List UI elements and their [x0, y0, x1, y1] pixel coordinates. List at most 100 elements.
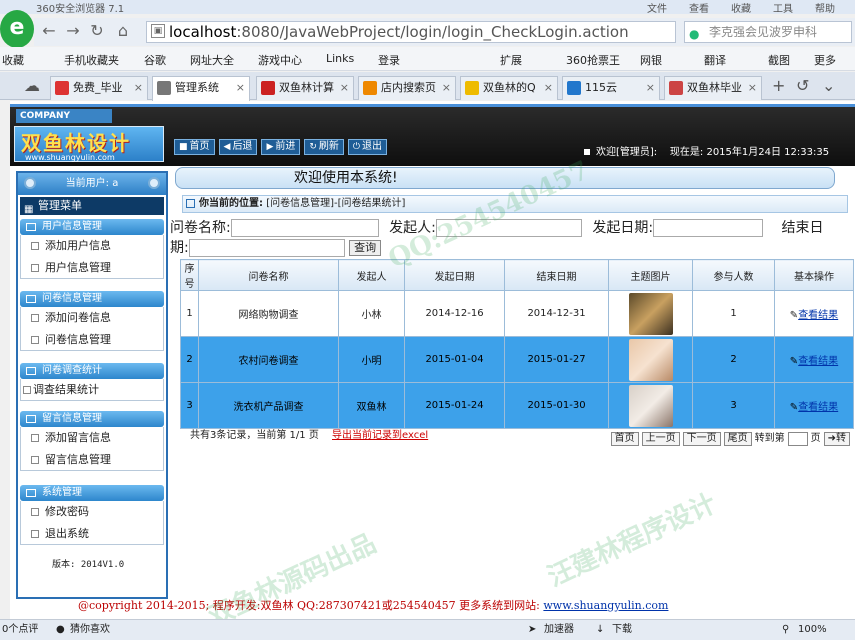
- accelerator[interactable]: 加速器: [544, 620, 574, 640]
- pin-icon: [148, 177, 160, 189]
- table-row[interactable]: 2 农村问卷调查 小明 2015-01-04 2015-01-27 2 ✎查看结…: [180, 336, 854, 383]
- sidebar-item-add-user[interactable]: 添加用户信息: [20, 235, 164, 257]
- export-excel-link[interactable]: 导出当前记录到excel: [332, 430, 428, 441]
- fav-item[interactable]: 登录: [378, 52, 400, 68]
- close-icon[interactable]: ×: [544, 77, 553, 99]
- fav-item[interactable]: 网址大全: [190, 52, 234, 68]
- last-page-button[interactable]: 尾页: [723, 432, 752, 446]
- sidebar-item-message-manage[interactable]: 留言信息管理: [20, 449, 164, 471]
- view-result-link[interactable]: 查看结果: [798, 402, 838, 413]
- group-header[interactable]: 系统管理: [20, 485, 164, 501]
- sidebar-item-survey-manage[interactable]: 问卷信息管理: [20, 329, 164, 351]
- chevron-down-icon[interactable]: ⌄: [822, 76, 835, 95]
- tab[interactable]: 双鱼林计算 ×: [256, 76, 354, 100]
- fav-item[interactable]: 截图: [768, 52, 790, 68]
- first-page-button[interactable]: 首页: [610, 432, 639, 446]
- goto-page-input[interactable]: [787, 432, 808, 446]
- forward-arrow-icon[interactable]: →: [64, 22, 82, 40]
- refresh-button[interactable]: ↻ 刷新: [304, 139, 344, 155]
- goto-button[interactable]: ➜转: [823, 432, 850, 446]
- close-icon[interactable]: ×: [236, 77, 245, 99]
- menu-file[interactable]: 文件: [647, 0, 667, 15]
- undo-icon[interactable]: ↺: [796, 76, 809, 95]
- end-date-label: 结束日: [781, 220, 824, 236]
- table-row[interactable]: 3 洗衣机产品调查 双鱼林 2015-01-24 2015-01-30 3 ✎查…: [180, 382, 854, 429]
- menu-group-message: 留言信息管理 添加留言信息 留言信息管理: [20, 411, 164, 471]
- back-arrow-icon[interactable]: ←: [40, 22, 58, 40]
- group-header[interactable]: 问卷调查统计: [20, 363, 164, 379]
- zoom-level[interactable]: 100%: [798, 620, 827, 640]
- forward-button[interactable]: ▶ 前进: [261, 139, 301, 155]
- sidebar-item-add-message[interactable]: 添加留言信息: [20, 427, 164, 449]
- close-icon[interactable]: ×: [340, 77, 349, 99]
- menu-tools[interactable]: 工具: [773, 0, 793, 15]
- prev-page-button[interactable]: 上一页: [641, 432, 680, 446]
- sidebar-item-stats[interactable]: 调查结果统计: [20, 379, 164, 401]
- cell-start: 2015-01-24: [404, 382, 505, 429]
- start-date-input[interactable]: [653, 219, 764, 237]
- tab[interactable]: 115云 ×: [562, 76, 660, 100]
- tab[interactable]: 双鱼林的Q ×: [460, 76, 558, 100]
- tab[interactable]: 店内搜索页 ×: [358, 76, 456, 100]
- item-label: 添加留言信息: [45, 431, 111, 444]
- fav-item[interactable]: 收藏: [2, 52, 24, 68]
- table-row[interactable]: 1 网络购物调查 小林 2014-12-16 2014-12-31 1 ✎查看结…: [180, 290, 854, 337]
- book-icon: [26, 223, 36, 231]
- sidebar-item-logout[interactable]: 退出系统: [20, 523, 164, 545]
- fav-item[interactable]: 360抢票王: [566, 52, 620, 68]
- cell-name: 洗衣机产品调查: [198, 382, 339, 429]
- sidebar-item-user-manage[interactable]: 用户信息管理: [20, 257, 164, 279]
- fav-item[interactable]: 游戏中心: [258, 52, 302, 68]
- logout-button[interactable]: ⏻ 退出: [347, 139, 388, 155]
- search-input[interactable]: ● 李克强会见波罗申科: [684, 21, 852, 43]
- fav-item[interactable]: 手机收藏夹: [64, 52, 119, 68]
- view-result-link[interactable]: 查看结果: [798, 310, 838, 321]
- home-icon[interactable]: ⌂: [114, 22, 132, 40]
- menu-favorites[interactable]: 收藏: [731, 0, 751, 15]
- pin-icon: [24, 177, 36, 189]
- refresh-icon[interactable]: ↻: [88, 22, 106, 40]
- doc-icon: [31, 336, 39, 344]
- footer-link[interactable]: www.shuangyulin.com: [543, 599, 668, 612]
- tab-active[interactable]: 管理系统 ×: [152, 76, 250, 101]
- sidebar-item-add-survey[interactable]: 添加问卷信息: [20, 307, 164, 329]
- url-input[interactable]: ▣ localhost:8080/JavaWebProject/login/lo…: [146, 21, 676, 43]
- cloud-icon[interactable]: ☁: [24, 76, 40, 95]
- tab[interactable]: 双鱼林毕业 ×: [664, 76, 762, 100]
- item-label: 问卷信息管理: [45, 333, 111, 346]
- comments-count[interactable]: 0个点评: [2, 620, 38, 640]
- download[interactable]: 下载: [612, 620, 632, 640]
- search-text: 李克强会见波罗申科: [709, 25, 818, 39]
- close-icon[interactable]: ×: [134, 77, 143, 99]
- close-icon[interactable]: ×: [442, 77, 451, 99]
- fav-item[interactable]: 扩展: [500, 52, 522, 68]
- cell-end: 2014-12-31: [504, 290, 609, 337]
- query-button[interactable]: 查询: [349, 240, 382, 256]
- tab[interactable]: 免费_毕业 ×: [50, 76, 148, 100]
- menu-view[interactable]: 查看: [689, 0, 709, 15]
- guess-you-like[interactable]: 猜你喜欢: [70, 620, 110, 640]
- next-page-button[interactable]: 下一页: [682, 432, 721, 446]
- menu-help[interactable]: 帮助: [815, 0, 835, 15]
- cell-start: 2014-12-16: [404, 290, 505, 337]
- new-tab-icon[interactable]: +: [772, 76, 785, 95]
- view-result-link[interactable]: 查看结果: [798, 356, 838, 367]
- back-button[interactable]: ◀ 后退: [218, 139, 258, 155]
- sidebar-item-change-password[interactable]: 修改密码: [20, 501, 164, 523]
- group-header[interactable]: 留言信息管理: [20, 411, 164, 427]
- home-button[interactable]: ■ 首页: [174, 139, 215, 155]
- fav-item[interactable]: 网银: [640, 52, 662, 68]
- close-icon[interactable]: ×: [646, 77, 655, 99]
- close-icon[interactable]: ×: [748, 77, 757, 99]
- book-icon: [26, 415, 36, 423]
- end-date-input[interactable]: [188, 239, 345, 257]
- group-header[interactable]: 用户信息管理: [20, 219, 164, 235]
- initiator-input[interactable]: [435, 219, 582, 237]
- fav-item[interactable]: 谷歌: [144, 52, 166, 68]
- group-header[interactable]: 问卷信息管理: [20, 291, 164, 307]
- survey-name-input[interactable]: [230, 219, 379, 237]
- browser-logo-icon[interactable]: e: [0, 10, 34, 48]
- fav-item[interactable]: 翻译: [704, 52, 726, 68]
- fav-item[interactable]: Links: [326, 52, 354, 65]
- fav-item[interactable]: 更多: [814, 52, 836, 68]
